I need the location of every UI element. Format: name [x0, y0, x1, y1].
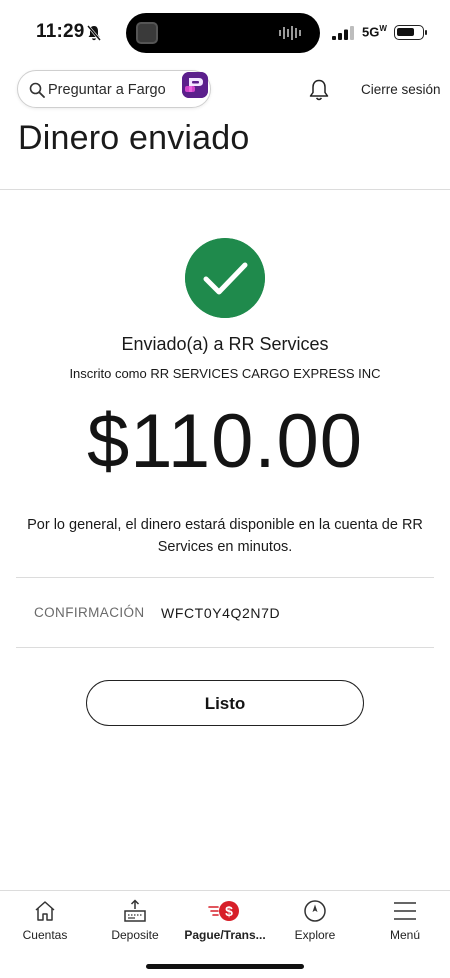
nav-label: Pague/Trans...: [184, 928, 266, 942]
confirmation-number: WFCT0Y4Q2N7D: [161, 605, 281, 621]
availability-note: Por lo general, el dinero estará disponi…: [27, 517, 423, 555]
battery-icon: [394, 25, 424, 40]
transfer-amount: $110.00: [86, 399, 364, 484]
success-checkmark-icon: [185, 238, 265, 318]
page-title: Dinero enviado: [18, 119, 250, 157]
nav-label: Explore: [294, 928, 336, 942]
nav-label: Menú: [389, 928, 421, 942]
recipient-registered-name: Inscrito como RR SERVICES CARGO EXPRESS …: [69, 366, 381, 381]
search-icon: [29, 82, 45, 98]
status-bar: 11:29 5GW: [0, 0, 450, 62]
compass-icon: [304, 900, 326, 922]
recipient-heading: Enviado(a) a RR Services: [121, 334, 329, 354]
nav-item-deposite[interactable]: Deposite: [90, 891, 180, 951]
deposit-icon: [124, 899, 146, 922]
audio-waveform-icon: [279, 26, 301, 40]
nav-label: Cuentas: [22, 928, 68, 942]
nav-item-explore[interactable]: Explore: [270, 891, 360, 951]
network-type: 5GW: [362, 24, 387, 40]
cellular-signal-icon: [332, 26, 354, 40]
confirmation-label: CONFIRMACIÓN: [34, 605, 145, 620]
divider: [16, 577, 434, 578]
done-button[interactable]: Listo: [86, 680, 364, 726]
pay-transfer-icon: $: [208, 901, 239, 921]
nav-item-menu[interactable]: Menú: [360, 891, 450, 951]
divider: [16, 647, 434, 648]
fargo-assistant-icon: [182, 72, 208, 98]
status-time: 11:29: [36, 21, 85, 42]
logout-link[interactable]: Cierre sesión: [361, 82, 441, 97]
svg-text:$: $: [225, 903, 233, 919]
notifications-bell-icon[interactable]: [308, 78, 330, 102]
app-thumbnail-icon: [136, 22, 158, 44]
silent-mode-icon: [87, 25, 101, 41]
home-icon: [35, 901, 55, 921]
nav-label: Deposite: [111, 928, 159, 942]
search-placeholder: Preguntar a Fargo: [48, 82, 166, 98]
header-divider: [0, 189, 450, 190]
menu-icon: [394, 902, 416, 920]
nav-item-pague-transfiera[interactable]: $ Pague/Trans...: [180, 891, 270, 951]
nav-item-cuentas[interactable]: Cuentas: [0, 891, 90, 951]
ask-fargo-search[interactable]: Preguntar a Fargo: [17, 70, 211, 108]
dynamic-island: [126, 13, 320, 53]
home-indicator[interactable]: [146, 964, 304, 969]
